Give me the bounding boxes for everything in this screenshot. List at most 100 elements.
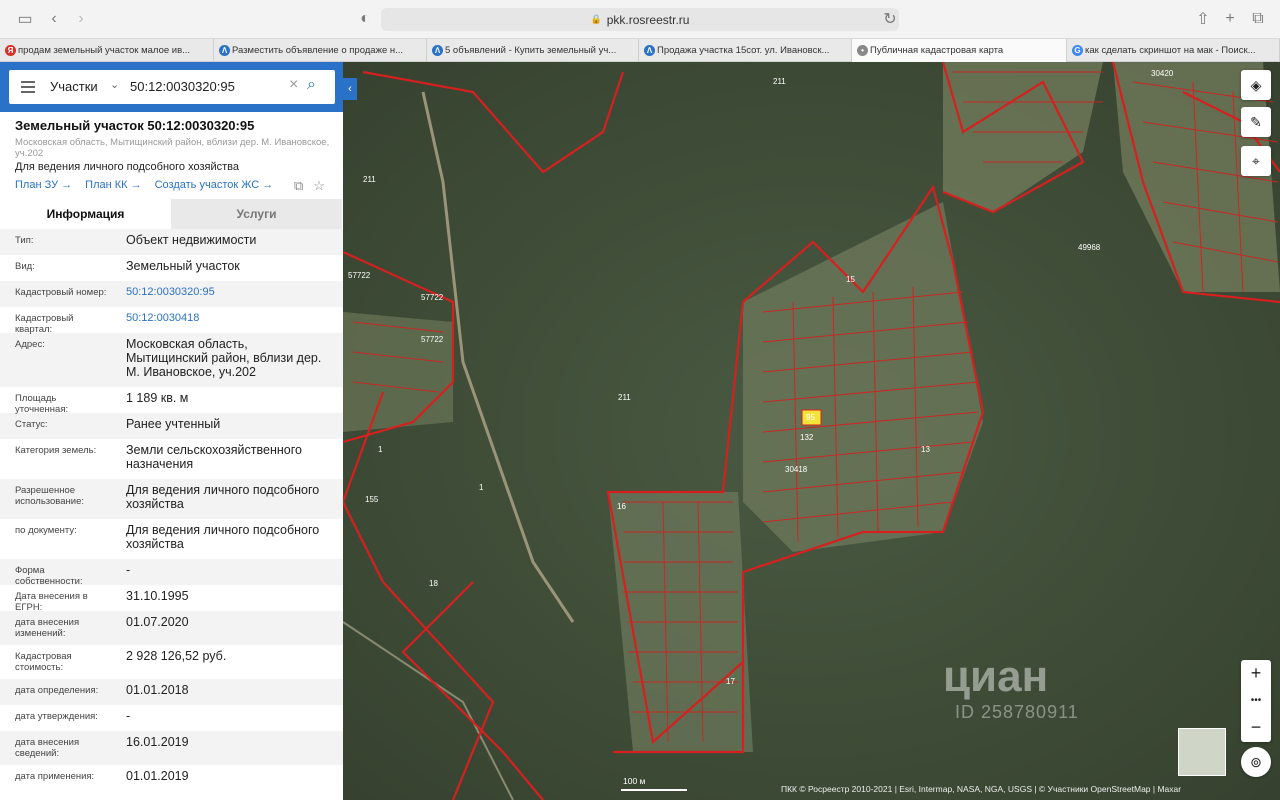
chevron-down-icon[interactable]: ⌄ (110, 78, 119, 91)
parcel-label: 211 (618, 393, 631, 402)
parcel-label: 49968 (1078, 243, 1101, 252)
more-icon[interactable]: ••• (1241, 687, 1271, 714)
plan-kk-link[interactable]: План КК → (85, 179, 141, 191)
zoom-in-button[interactable]: + (1241, 660, 1271, 687)
info-row-link[interactable]: 50:12:0030418 (111, 310, 331, 330)
browser-toolbar: ▭ ‹ › ◐ 🔒 pkk.rosreestr.ru ↻ ⇧ + ⧉ (0, 0, 1280, 38)
browser-tab[interactable]: Λ Разместить объявление о продаже н... (214, 39, 427, 62)
tab-label: как сделать скриншот на мак - Поиск... (1085, 45, 1256, 56)
info-row: Кадастровая стоимость: 2 928 126,52 руб. (0, 645, 343, 679)
info-row: дата внесения изменений: 01.07.2020 (0, 611, 343, 645)
info-table: Тип: Объект недвижимости Вид: Земельный уча… (0, 229, 343, 791)
menu-icon[interactable] (21, 81, 35, 93)
info-row-label: Форма собственности: (15, 565, 83, 587)
info-row-label: Категория земель: (15, 445, 97, 456)
info-row: дата утверждения: - (0, 705, 343, 731)
tab-label: Разместить объявление о продаже н... (232, 45, 404, 56)
info-row-value: Ранее учтенный (126, 417, 221, 431)
cian-watermark-id: ID 258780911 (955, 702, 1079, 722)
browser-tab[interactable]: Япродам земельный участок малое ив... (0, 39, 214, 62)
object-actions: ⧉ ☆ (294, 178, 325, 194)
parcel-label: 17 (726, 677, 735, 686)
locate-icon[interactable]: ⌖ (1241, 146, 1271, 176)
share-icon[interactable]: ⇧ (1192, 9, 1214, 29)
info-row: Категория земель: Земли сельскохозяйствен… (0, 439, 343, 479)
info-row: Статус: Ранее учтенный (0, 413, 343, 439)
info-row-label: дата внесения сведений: (15, 737, 80, 759)
copy-icon[interactable]: ⧉ (294, 178, 303, 194)
info-row-label: по документу: (15, 525, 77, 536)
plan-kk-label: План КК (85, 179, 128, 191)
info-row: Дата внесения в ЕГРН: 31.10.1995 (0, 585, 343, 613)
search-type-select[interactable]: Участки (50, 79, 98, 94)
tab-info[interactable]: Информация (0, 199, 171, 229)
sidebar-toggle-icon[interactable]: ▭ (14, 9, 36, 29)
browser-tab[interactable]: Gкак сделать скриншот на мак - Поиск... (1067, 39, 1280, 62)
lock-icon: 🔒 (590, 14, 602, 24)
info-row-value: 1 189 кв. м (126, 391, 189, 405)
info-row-label: Адрес: (15, 339, 45, 350)
info-row-label: дата утверждения: (15, 711, 98, 722)
tab-favicon-icon: Я (5, 45, 16, 56)
info-row: Кадастровый квартал: 50:12:0030418 (0, 307, 343, 335)
info-row-label: Тип: (15, 235, 34, 246)
parcel-label: 30418 (785, 465, 808, 474)
parcel-label: 155 (365, 495, 379, 504)
search-box[interactable]: Участки ⌄ 50:12:0030320:95 × ⌕ (9, 70, 335, 104)
map-canvas[interactable]: 211 211 211 57722 57722 57722 49968 30420 30418 1… (343, 62, 1280, 800)
info-row: Форма собственности: - (0, 559, 343, 587)
info-row-label: Кадастровый номер: (15, 287, 107, 298)
layers-icon[interactable]: ◈ (1241, 70, 1271, 100)
info-row-value: Земельный участок (126, 259, 240, 273)
tab-favicon-icon: G (1072, 45, 1083, 56)
search-input[interactable]: 50:12:0030320:95 (130, 79, 235, 94)
info-row-value: Объект недвижимости (126, 233, 257, 247)
forward-icon[interactable]: › (70, 9, 92, 29)
browser-tab[interactable]: Λ Продажа участка 15сот. ул. Ивановск... (639, 39, 852, 62)
info-row-value: 01.01.2018 (126, 683, 189, 697)
info-panel: Участки ⌄ 50:12:0030320:95 × ⌕ Земельный… (0, 62, 343, 800)
reload-icon[interactable]: ↻ (879, 9, 901, 29)
new-tab-icon[interactable]: + (1219, 9, 1241, 29)
parcel-label: 15 (846, 275, 855, 284)
clear-icon[interactable]: × (289, 76, 298, 94)
info-row: дата внесения сведений: 16.01.2019 (0, 731, 343, 765)
parcel-label: 132 (800, 433, 814, 442)
object-use: Для ведения личного подсобного хозяйства (15, 161, 239, 173)
info-row-value: Московская область, Мытищинский район, в… (126, 337, 322, 379)
plan-zu-link[interactable]: План ЗУ → (15, 179, 72, 191)
create-zhs-label: Создать участок ЖС (154, 179, 260, 191)
minimap[interactable] (1178, 728, 1226, 776)
info-row-link[interactable]: 50:12:0030320:95 (111, 284, 331, 304)
scale-label: 100 м (623, 776, 646, 786)
scale-bar (621, 789, 687, 791)
compass-icon[interactable]: ⊚ (1241, 747, 1271, 777)
browser-tab[interactable]: Λ5 объявлений - Купить земельный уч... (427, 39, 639, 62)
search-icon[interactable]: ⌕ (307, 76, 316, 94)
parcel-label: 1 (479, 483, 484, 492)
parcel-label: 13 (921, 445, 930, 454)
search-bar: Участки ⌄ 50:12:0030320:95 × ⌕ (0, 62, 343, 112)
tab-label: Публичная кадастровая карта (870, 45, 1004, 56)
tab-overview-icon[interactable]: ⧉ (1247, 9, 1269, 29)
address-bar[interactable]: 🔒 pkk.rosreestr.ru (381, 8, 899, 31)
map-view[interactable]: 211 211 211 57722 57722 57722 49968 30420 30418 1… (343, 62, 1280, 800)
tab-favicon-icon: • (857, 45, 868, 56)
info-row-label: Кадастровый квартал: (15, 313, 74, 335)
zoom-out-button[interactable]: − (1241, 714, 1271, 741)
info-row-label: дата определения: (15, 685, 99, 696)
tab-bar: Япродам земельный участок малое ив... Λ Ра… (0, 38, 1280, 62)
create-zhs-link[interactable]: Создать участок ЖС → (155, 179, 274, 191)
info-row: дата определения: 01.01.2018 (0, 679, 343, 705)
shield-icon[interactable]: ◐ (354, 9, 376, 29)
tab-favicon-icon: Λ (219, 45, 230, 56)
info-row: Тип: Объект недвижимости (0, 229, 343, 255)
star-icon[interactable]: ☆ (313, 178, 325, 194)
browser-tab[interactable]: • Публичная кадастровая карта (852, 39, 1067, 62)
ruler-icon[interactable]: ✎ (1241, 107, 1271, 137)
tab-services[interactable]: Услуги (171, 199, 342, 229)
back-icon[interactable]: ‹ (43, 9, 65, 29)
collapse-panel-icon[interactable]: ‹ (343, 78, 357, 100)
object-links: План ЗУ → План КК → Создать участок ЖС → (15, 179, 273, 191)
info-row-label: Дата внесения в ЕГРН: (15, 591, 88, 613)
